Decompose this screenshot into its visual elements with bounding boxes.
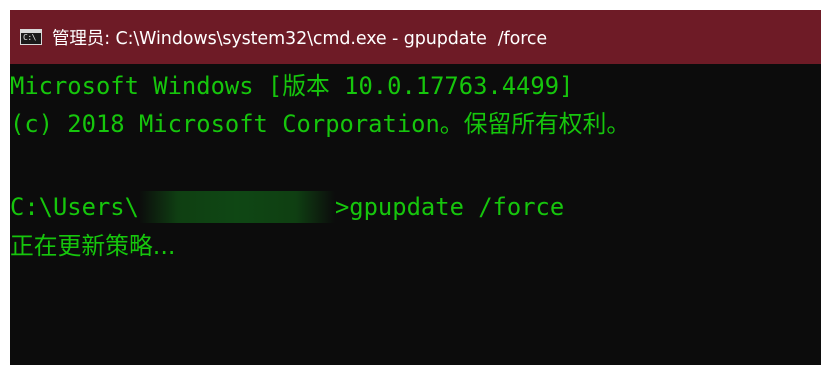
console-line-copyright: (c) 2018 Microsoft Corporation。保留所有权利。 <box>10 110 631 138</box>
cmd-window: C:\ 管理员: C:\Windows\system32\cmd.exe - g… <box>10 10 821 365</box>
title-bar[interactable]: C:\ 管理员: C:\Windows\system32\cmd.exe - g… <box>10 10 821 64</box>
console-output[interactable]: Microsoft Windows [版本 10.0.17763.4499] (… <box>10 64 821 365</box>
prompt-command: >gpupdate /force <box>334 193 565 221</box>
console-line-status: 正在更新策略... <box>10 232 176 260</box>
cmd-icon[interactable]: C:\ <box>20 29 42 45</box>
console-line-prompt: C:\Users\ >gpupdate /force <box>10 188 564 226</box>
cmd-icon-label: C:\ <box>23 33 36 42</box>
redacted-username <box>138 190 335 223</box>
prompt-path: C:\Users\ <box>10 193 139 221</box>
window-title: 管理员: C:\Windows\system32\cmd.exe - gpupd… <box>52 28 548 49</box>
console-line-version: Microsoft Windows [版本 10.0.17763.4499] <box>10 72 574 100</box>
